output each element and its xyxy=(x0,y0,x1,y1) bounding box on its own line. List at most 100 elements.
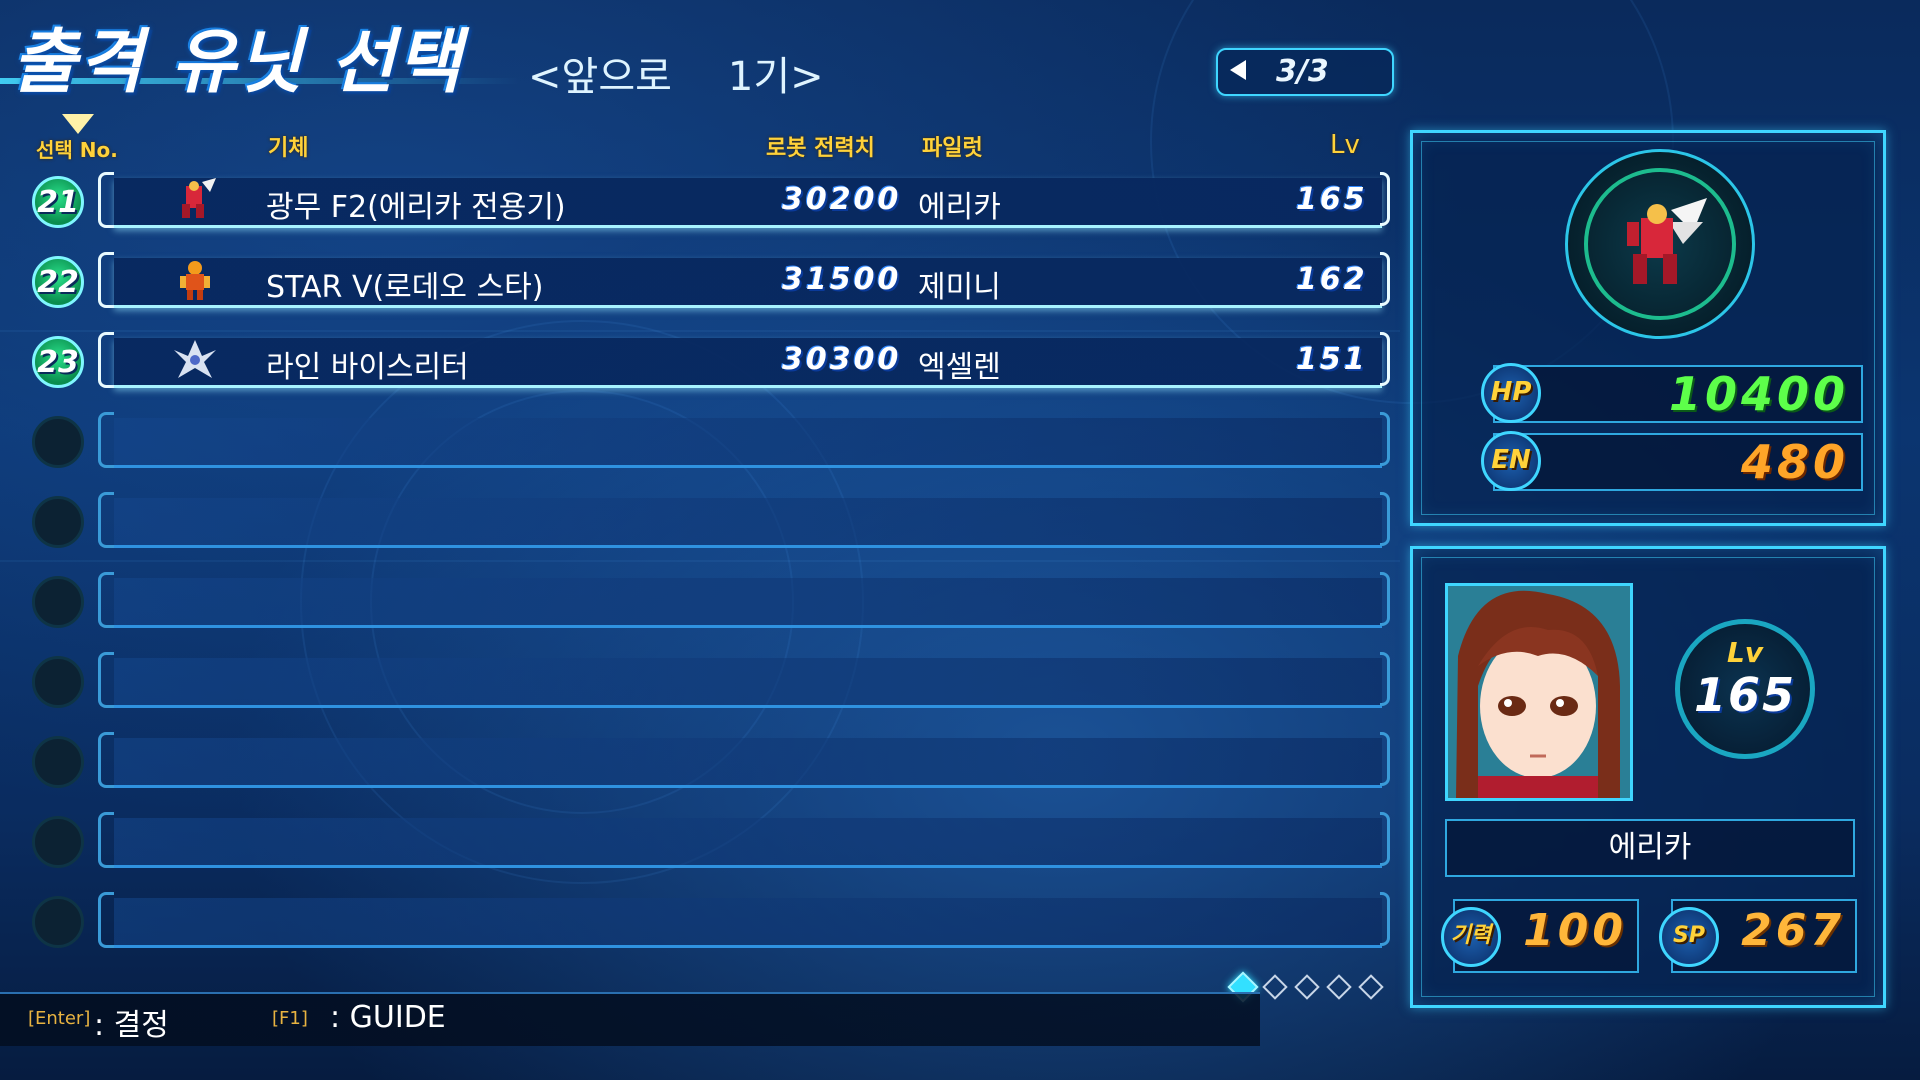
empty-slot-row[interactable] xyxy=(30,810,1390,872)
pilot-status-panel: Lv 165 에리카 기력 100 SP 267 xyxy=(1410,546,1886,1008)
row-panel xyxy=(114,812,1390,868)
pilot-level: 162 xyxy=(1296,262,1368,297)
unit-row[interactable]: 22 STAR V(로데오 스타) 31500 제미니 162 xyxy=(30,250,1390,312)
pilot-portrait xyxy=(1445,583,1633,801)
select-number: 23 xyxy=(37,345,79,380)
page-dot-icon[interactable] xyxy=(1294,974,1320,1000)
row-bracket xyxy=(98,652,114,708)
col-header-level: Lv xyxy=(1330,130,1360,160)
row-bracket xyxy=(98,572,114,628)
col-header-unit: 기체 xyxy=(268,136,309,161)
unit-row[interactable]: 21 광무 F2(에리카 전용기) 30200 에리카 165 xyxy=(30,170,1390,232)
row-endcap xyxy=(1380,572,1390,626)
page-dot-icon[interactable] xyxy=(1326,974,1352,1000)
hp-label-badge: HP xyxy=(1481,363,1541,423)
unit-name: 라인 바이스리터 xyxy=(266,350,469,385)
page-dot-icon[interactable] xyxy=(1262,974,1288,1000)
row-panel xyxy=(114,572,1390,628)
robot-unit-icon xyxy=(182,178,216,218)
enter-key-desc: : 결정 xyxy=(94,1008,169,1043)
pilot-level: 165 xyxy=(1296,182,1368,217)
row-panel xyxy=(114,892,1390,948)
page-indicator: 3/3 xyxy=(1276,54,1329,89)
morale-stat-box: 기력 100 xyxy=(1441,899,1639,973)
pilot-name-box: 에리카 xyxy=(1445,819,1855,877)
col-header-select-no: 선택 No. xyxy=(36,138,118,162)
row-endcap xyxy=(1380,812,1390,866)
row-panel xyxy=(114,492,1390,548)
en-value: 480 xyxy=(1740,435,1849,489)
empty-slot-row[interactable] xyxy=(30,570,1390,632)
select-number: 21 xyxy=(37,185,79,220)
row-bracket xyxy=(98,332,114,388)
prev-page-icon[interactable] xyxy=(1230,60,1246,80)
empty-slot-badge xyxy=(32,736,84,788)
empty-slot-badge xyxy=(32,416,84,468)
bg-decoration xyxy=(0,560,1400,562)
sp-label-badge: SP xyxy=(1659,907,1719,967)
row-panel xyxy=(114,652,1390,708)
pilot-name: 엑셀렌 xyxy=(918,350,1001,385)
sort-arrow-icon xyxy=(62,114,94,134)
unit-name: STAR V(로데오 스타) xyxy=(266,270,544,305)
sp-stat-box: SP 267 xyxy=(1659,899,1857,973)
col-header-pilot: 파일럿 xyxy=(922,136,983,161)
robot-portrait-icon xyxy=(1627,198,1707,284)
pilot-name: 에리카 xyxy=(918,190,1001,225)
row-endcap xyxy=(1380,332,1390,386)
unit-row[interactable]: 23 라인 바이스리터 30300 엑셀렌 151 xyxy=(30,330,1390,392)
empty-slot-row[interactable] xyxy=(30,730,1390,792)
row-endcap xyxy=(1380,892,1390,946)
row-bracket xyxy=(98,892,114,948)
empty-slot-badge xyxy=(32,576,84,628)
empty-slot-row[interactable] xyxy=(30,410,1390,472)
row-endcap xyxy=(1380,252,1390,306)
robot-power: 30300 xyxy=(782,342,902,377)
row-bracket xyxy=(98,172,114,228)
select-number-badge: 23 xyxy=(32,336,84,388)
page-selector[interactable]: 3/3 xyxy=(1216,48,1394,96)
unit-name: 광무 F2(에리카 전용기) xyxy=(266,190,566,225)
row-endcap xyxy=(1380,732,1390,786)
robot-unit-icon xyxy=(180,261,210,300)
sp-value: 267 xyxy=(1741,905,1845,956)
enter-key-hint: [Enter] xyxy=(28,1008,91,1029)
page-title: 출격 유닛 선택 xyxy=(12,21,464,103)
row-endcap xyxy=(1380,412,1390,466)
empty-slot-row[interactable] xyxy=(30,890,1390,952)
hp-stat-box: HP 10400 xyxy=(1481,363,1863,423)
level-label: Lv xyxy=(1726,636,1764,669)
remaining-count: 1기> xyxy=(727,54,824,100)
en-stat-box: EN 480 xyxy=(1481,431,1863,491)
row-endcap xyxy=(1380,652,1390,706)
pilot-level-badge: Lv 165 xyxy=(1675,619,1815,759)
f1-key-desc: : GUIDE xyxy=(330,1000,446,1035)
en-label-badge: EN xyxy=(1481,431,1541,491)
robot-power: 31500 xyxy=(782,262,902,297)
hp-value: 10400 xyxy=(1668,367,1849,421)
page-dot-icon[interactable] xyxy=(1358,974,1384,1000)
f1-key-hint: [F1] xyxy=(272,1008,308,1029)
robot-power: 30200 xyxy=(782,182,902,217)
remaining-units: <앞으로 1기> xyxy=(528,44,824,102)
pilot-face-image xyxy=(1448,586,1630,798)
pilot-name: 제미니 xyxy=(918,270,1001,305)
key-guide-bar: [Enter] : 결정 [F1] : GUIDE xyxy=(0,992,1260,1046)
empty-slot-badge xyxy=(32,656,84,708)
empty-slot-row[interactable] xyxy=(30,490,1390,552)
empty-slot-badge xyxy=(32,816,84,868)
select-number: 22 xyxy=(37,265,79,300)
pilot-level: 151 xyxy=(1296,342,1368,377)
empty-slot-row[interactable] xyxy=(30,650,1390,712)
empty-slot-badge xyxy=(32,496,84,548)
unit-status-panel: HP 10400 EN 480 xyxy=(1410,130,1886,526)
row-bracket xyxy=(98,492,114,548)
morale-value: 100 xyxy=(1523,905,1627,956)
morale-label-badge: 기력 xyxy=(1441,907,1501,967)
row-bracket xyxy=(98,812,114,868)
empty-slot-badge xyxy=(32,896,84,948)
row-bracket xyxy=(98,252,114,308)
col-header-power: 로봇 전력치 xyxy=(766,136,875,161)
level-value: 165 xyxy=(1693,668,1797,722)
row-panel xyxy=(114,412,1390,468)
